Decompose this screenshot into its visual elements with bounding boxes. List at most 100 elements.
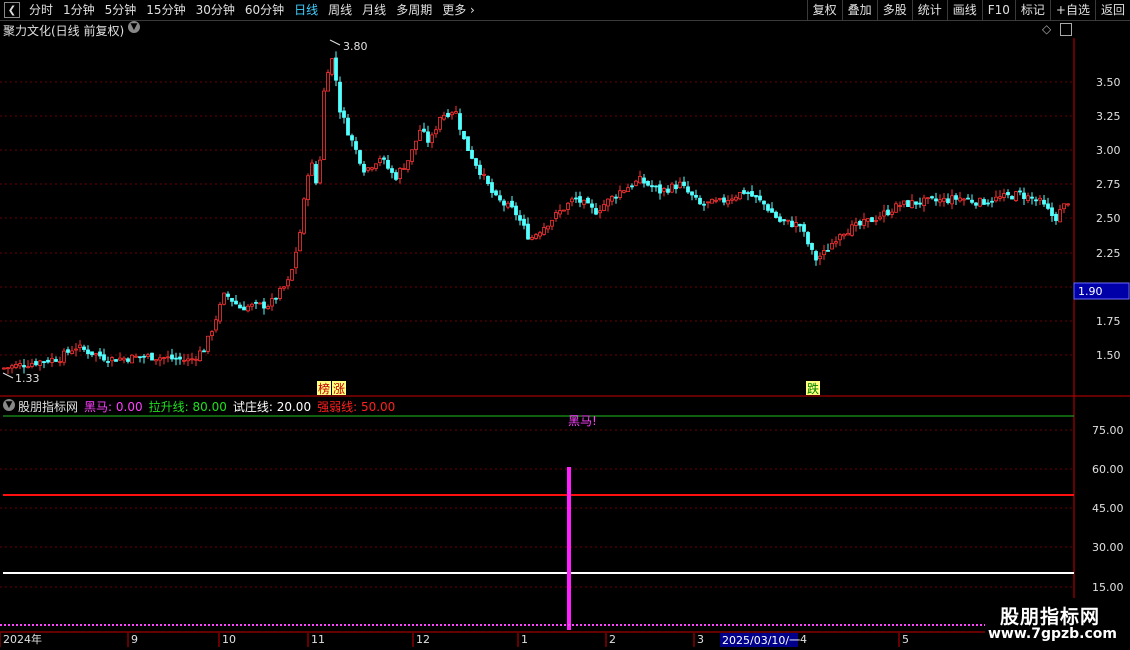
candle-body (946, 198, 950, 204)
candle-body (914, 201, 918, 205)
candle-body (174, 357, 178, 360)
candle-body (306, 175, 310, 200)
price-tick-5: 2.25 (1096, 247, 1121, 260)
ind-tick-0: 75.00 (1092, 424, 1124, 437)
candle-body (662, 187, 666, 192)
candle-body (806, 232, 810, 245)
candle-body (758, 195, 762, 201)
candle-body (742, 190, 746, 194)
candle-body (158, 357, 162, 361)
title-dropdown-icon[interactable]: ▼ (128, 21, 140, 33)
candle-body (162, 357, 166, 359)
candle-body (126, 358, 130, 362)
candle-body (262, 301, 266, 309)
candle-body (314, 164, 318, 184)
candle-body (794, 222, 798, 228)
candle-body (110, 357, 114, 362)
candle-body (378, 158, 382, 163)
candle-body (990, 200, 994, 203)
candle-body (646, 181, 650, 186)
candle-body (254, 301, 258, 304)
candle-body (302, 198, 306, 234)
diamond-icon[interactable]: ◇ (1042, 22, 1051, 36)
candle-body (226, 293, 230, 297)
candle-body (578, 196, 582, 203)
candle-body (238, 304, 242, 309)
time-label-5: 1 (521, 633, 528, 646)
candle-body (822, 250, 826, 256)
candle-body (986, 202, 990, 205)
candle-body (170, 354, 174, 360)
candle-body (654, 185, 658, 188)
candle-body (1050, 207, 1054, 216)
candle-body (438, 116, 442, 130)
time-label-4: 12 (416, 633, 430, 646)
candle-body (834, 241, 838, 244)
candle-body (550, 219, 554, 227)
candle-body (562, 209, 566, 212)
candle-body (138, 356, 142, 359)
indicator-header: 股朋指标网 黑马: 0.00 拉升线: 80.00 试庄线: 20.00 强弱线… (18, 398, 395, 415)
candle-body (206, 335, 210, 352)
candle-body (182, 359, 186, 362)
price-tick-7: 1.50 (1096, 349, 1121, 362)
candle-body (610, 195, 614, 202)
candle-body (326, 72, 330, 92)
candle-body (706, 201, 710, 204)
candle-body (342, 110, 346, 118)
candle-body (246, 305, 250, 312)
candle-body (590, 203, 594, 208)
strength-readout: 强弱线: 50.00 (317, 398, 395, 415)
candle-body (78, 344, 82, 348)
candle-body (494, 190, 498, 196)
candle-body (414, 140, 418, 150)
candle-body (594, 208, 598, 215)
axis-borders (0, 38, 1130, 633)
watermark-title: 股朋指标网 (1000, 606, 1101, 628)
candlestick-series (2, 51, 1070, 374)
candle-body (38, 360, 42, 366)
candle-body (630, 185, 634, 188)
candle-body (506, 202, 510, 208)
candle-body (738, 192, 742, 200)
candle-body (434, 129, 438, 135)
candle-body (490, 182, 494, 193)
price-tick-6: 1.75 (1096, 315, 1121, 328)
candle-body (730, 198, 734, 201)
candle-body (558, 210, 562, 215)
candle-body (902, 200, 906, 205)
candle-body (350, 135, 354, 141)
candle-body (102, 354, 106, 361)
kline-chart[interactable]: 3.50 3.25 3.00 2.75 2.50 2.25 1.75 1.50 … (0, 0, 1130, 650)
candle-body (966, 197, 970, 200)
candle-body (1002, 193, 1006, 198)
candle-body (862, 218, 866, 226)
candle-body (1046, 203, 1050, 209)
candle-body (778, 216, 782, 222)
candle-body (882, 210, 886, 217)
price-tick-0: 3.50 (1096, 76, 1121, 89)
pane-toggle-icon[interactable] (1060, 23, 1072, 36)
candle-body (30, 363, 34, 367)
candle-body (802, 224, 806, 232)
candle-body (922, 197, 926, 206)
candle-body (234, 300, 238, 305)
low-price-label: 1.33 (15, 372, 40, 385)
candle-body (602, 204, 606, 211)
ind-tick-2: 45.00 (1092, 502, 1124, 515)
candle-body (542, 227, 546, 235)
candle-body (430, 134, 434, 144)
rally-value: 80.00 (192, 400, 227, 414)
candle-body (546, 225, 550, 230)
strength-label: 强弱线: (317, 400, 358, 414)
candle-body (638, 176, 642, 184)
candle-body (382, 157, 386, 160)
candle-body (846, 233, 850, 236)
candle-body (54, 359, 58, 362)
candle-body (954, 195, 958, 200)
price-axis: 3.50 3.25 3.00 2.75 2.50 2.25 1.75 1.50 (1096, 76, 1121, 362)
main-chart-title: 聚力文化(日线 前复权) (3, 24, 125, 38)
candle-body (258, 302, 262, 305)
candle-body (886, 209, 890, 216)
indicator-dropdown-icon[interactable]: ▼ (3, 399, 15, 411)
